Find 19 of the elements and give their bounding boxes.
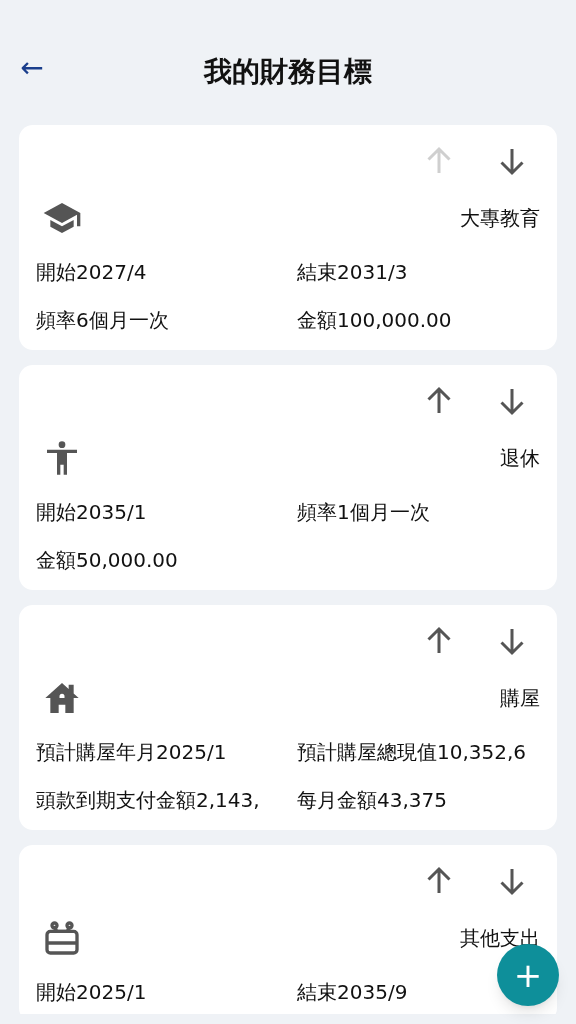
goal-detail: 預計購屋年月2025/1 (36, 739, 227, 766)
page-title: 我的財務目標 (202, 54, 373, 90)
goal-detail: 金額50,000.00 (36, 547, 178, 574)
goal-detail: 頻率1個月一次 (297, 499, 430, 526)
gift-card-icon (42, 918, 82, 958)
goal-title: 購屋 (500, 685, 540, 712)
goal-detail: 開始2027/4 (36, 259, 147, 286)
goal-detail: 開始2025/1 (36, 979, 147, 1006)
goal-detail: 結束2031/3 (297, 259, 408, 286)
goal-detail: 開始2035/1 (36, 499, 147, 526)
goal-detail: 每月金額43,375 (297, 787, 447, 814)
back-button[interactable]: ← (16, 52, 48, 84)
goal-detail: 結束2035/9 (297, 979, 408, 1006)
goal-detail: 預計購屋總現值10,352,6 (297, 739, 527, 766)
goal-detail: 金額100,000.00 (297, 307, 452, 334)
goal-detail: 頭款到期支付金額2,143, (36, 787, 260, 814)
goal-detail: 頻率6個月一次 (36, 307, 169, 334)
goal-title: 退休 (500, 445, 540, 472)
goal-title: 大專教育 (460, 205, 540, 232)
